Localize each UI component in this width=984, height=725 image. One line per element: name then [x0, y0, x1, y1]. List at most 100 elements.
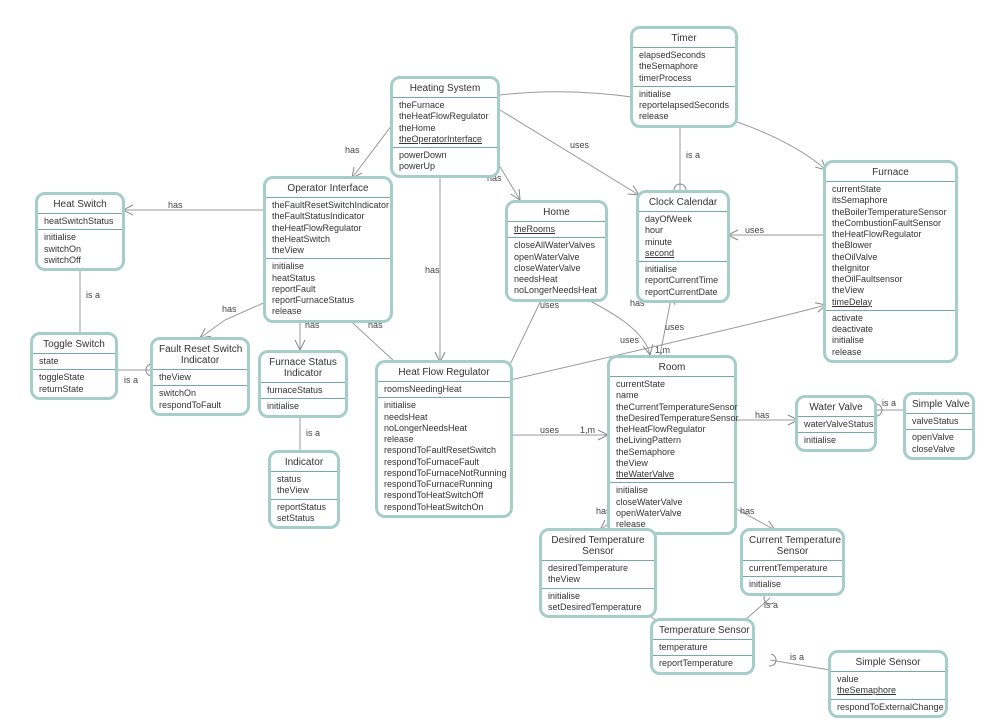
op: reportelapsedSeconds: [639, 100, 729, 111]
op: initialise: [804, 435, 868, 446]
op: reportTemperature: [659, 658, 746, 669]
op: initialise: [44, 232, 116, 243]
op: initialise: [384, 400, 504, 411]
edge-label: is a: [790, 652, 804, 662]
edge-label: uses: [620, 335, 639, 345]
node-attrs: theFaultResetSwitchIndicatortheFaultStat…: [266, 197, 390, 258]
node-fault-reset-switch-indicator: Fault Reset SwitchIndicatortheViewswitch…: [150, 337, 250, 416]
edge-label: is a: [764, 600, 778, 610]
attr: theCurrentTemperatureSensor: [616, 402, 728, 413]
attr: theHeatFlowRegulator: [832, 229, 949, 240]
node-title: Timer: [633, 29, 735, 47]
node-attrs: elapsedSecondstheSemaphoretimerProcess: [633, 47, 735, 86]
attr: theBlower: [832, 240, 949, 251]
node-title: Temperature Sensor: [653, 621, 752, 639]
node-ops: initialiseswitchOnswitchOff: [38, 229, 122, 268]
node-ops: reportTemperature: [653, 655, 752, 671]
attr: theWaterValve: [616, 469, 728, 480]
attr: name: [616, 390, 728, 401]
node-simple-sensor: Simple SensorvaluetheSemaphorerespondToE…: [828, 650, 948, 718]
attr: theHeatFlowRegulator: [399, 111, 491, 122]
attr: theView: [548, 574, 648, 585]
edge-label: has: [222, 304, 237, 314]
attr: theDesiredTemperatureSensor: [616, 413, 728, 424]
op: switchOn: [44, 244, 116, 255]
attr: status: [277, 474, 331, 485]
node-attrs: dayOfWeekhourminutesecond: [639, 211, 727, 261]
node-title: Furnace: [826, 163, 955, 181]
node-ops: initialisecloseWaterValveopenWaterValver…: [610, 482, 734, 532]
node-ops: toggleStatereturnState: [33, 369, 115, 397]
attr: theHeatSwitch: [272, 234, 384, 245]
edge-label: uses: [570, 140, 589, 150]
node-attrs: heatSwitchStatus: [38, 213, 122, 229]
node-attrs: theFurnacetheHeatFlowRegulatortheHomethe…: [393, 97, 497, 147]
node-ops: initialisereportCurrentTimereportCurrent…: [639, 261, 727, 300]
node-title: Fault Reset SwitchIndicator: [153, 340, 247, 369]
node-ops: initialise: [261, 398, 345, 414]
node-title: Clock Calendar: [639, 193, 727, 211]
node-title: Simple Sensor: [831, 653, 945, 671]
op: deactivate: [832, 324, 949, 335]
op: respondToFurnaceNotRunning: [384, 468, 504, 479]
op: heatStatus: [272, 273, 384, 284]
op: initialise: [548, 591, 648, 602]
edge-label: is a: [86, 290, 100, 300]
node-furnace: FurnacecurrentStateitsSemaphoretheBoiler…: [823, 160, 958, 363]
node-attrs: desiredTemperaturetheView: [542, 560, 654, 588]
attr: theView: [272, 245, 384, 256]
op: openWaterValve: [616, 508, 728, 519]
node-room: RoomcurrentStatenametheCurrentTemperatur…: [607, 355, 737, 535]
node-attrs: theView: [153, 369, 247, 385]
attr: waterValveStatus: [804, 419, 868, 430]
node-clock-calendar: Clock CalendardayOfWeekhourminutesecondi…: [636, 190, 730, 303]
node-title: Toggle Switch: [33, 335, 115, 353]
attr: value: [837, 674, 939, 685]
op: toggleState: [39, 372, 109, 383]
attr: theRooms: [514, 224, 599, 235]
op: release: [639, 111, 729, 122]
node-attrs: furnaceStatus: [261, 382, 345, 398]
node-ops: initialise: [743, 576, 842, 592]
op: closeValve: [912, 444, 966, 455]
node-operator-interface: Operator InterfacetheFaultResetSwitchInd…: [263, 176, 393, 323]
op: powerDown: [399, 150, 491, 161]
node-title: Furnace StatusIndicator: [261, 353, 345, 382]
node-current-temperature-sensor: Current TemperatureSensorcurrentTemperat…: [740, 528, 845, 596]
attr: roomsNeedingHeat: [384, 384, 504, 395]
edge-label: has: [168, 200, 183, 210]
op: reportFault: [272, 284, 384, 295]
attr: theView: [832, 285, 949, 296]
node-ops: initialise: [798, 432, 874, 448]
op: closeWaterValve: [514, 263, 599, 274]
node-attrs: theRooms: [508, 221, 605, 237]
op: needsHeat: [384, 412, 504, 423]
attr: currentState: [616, 379, 728, 390]
edge-label: is a: [686, 150, 700, 160]
op: reportCurrentTime: [645, 275, 721, 286]
op: release: [384, 434, 504, 445]
op: openValve: [912, 432, 966, 443]
attr: dayOfWeek: [645, 214, 721, 225]
node-title: Indicator: [271, 453, 337, 471]
node-attrs: currentStatenametheCurrentTemperatureSen…: [610, 376, 734, 482]
attr: theView: [616, 458, 728, 469]
attr: theSemaphore: [616, 447, 728, 458]
node-ops: initialiseneedsHeatnoLongerNeedsHeatrele…: [378, 397, 510, 515]
attr: second: [645, 248, 721, 259]
attr: desiredTemperature: [548, 563, 648, 574]
attr: theOilValve: [832, 252, 949, 263]
node-attrs: waterValveStatus: [798, 416, 874, 432]
node-ops: initialiseheatStatusreportFaultreportFur…: [266, 258, 390, 319]
node-attrs: valveStatus: [906, 413, 972, 429]
node-ops: switchOnrespondToFault: [153, 385, 247, 413]
node-ops: activatedeactivateinitialiserelease: [826, 310, 955, 360]
node-title: Heat Switch: [38, 195, 122, 213]
op: initialise: [267, 401, 339, 412]
attr: heatSwitchStatus: [44, 216, 116, 227]
node-home: HometheRoomscloseAllWaterValvesopenWater…: [505, 200, 608, 302]
node-attrs: temperature: [653, 639, 752, 655]
attr: minute: [645, 237, 721, 248]
edge-label: uses: [665, 322, 684, 332]
node-attrs: statustheView: [271, 471, 337, 499]
